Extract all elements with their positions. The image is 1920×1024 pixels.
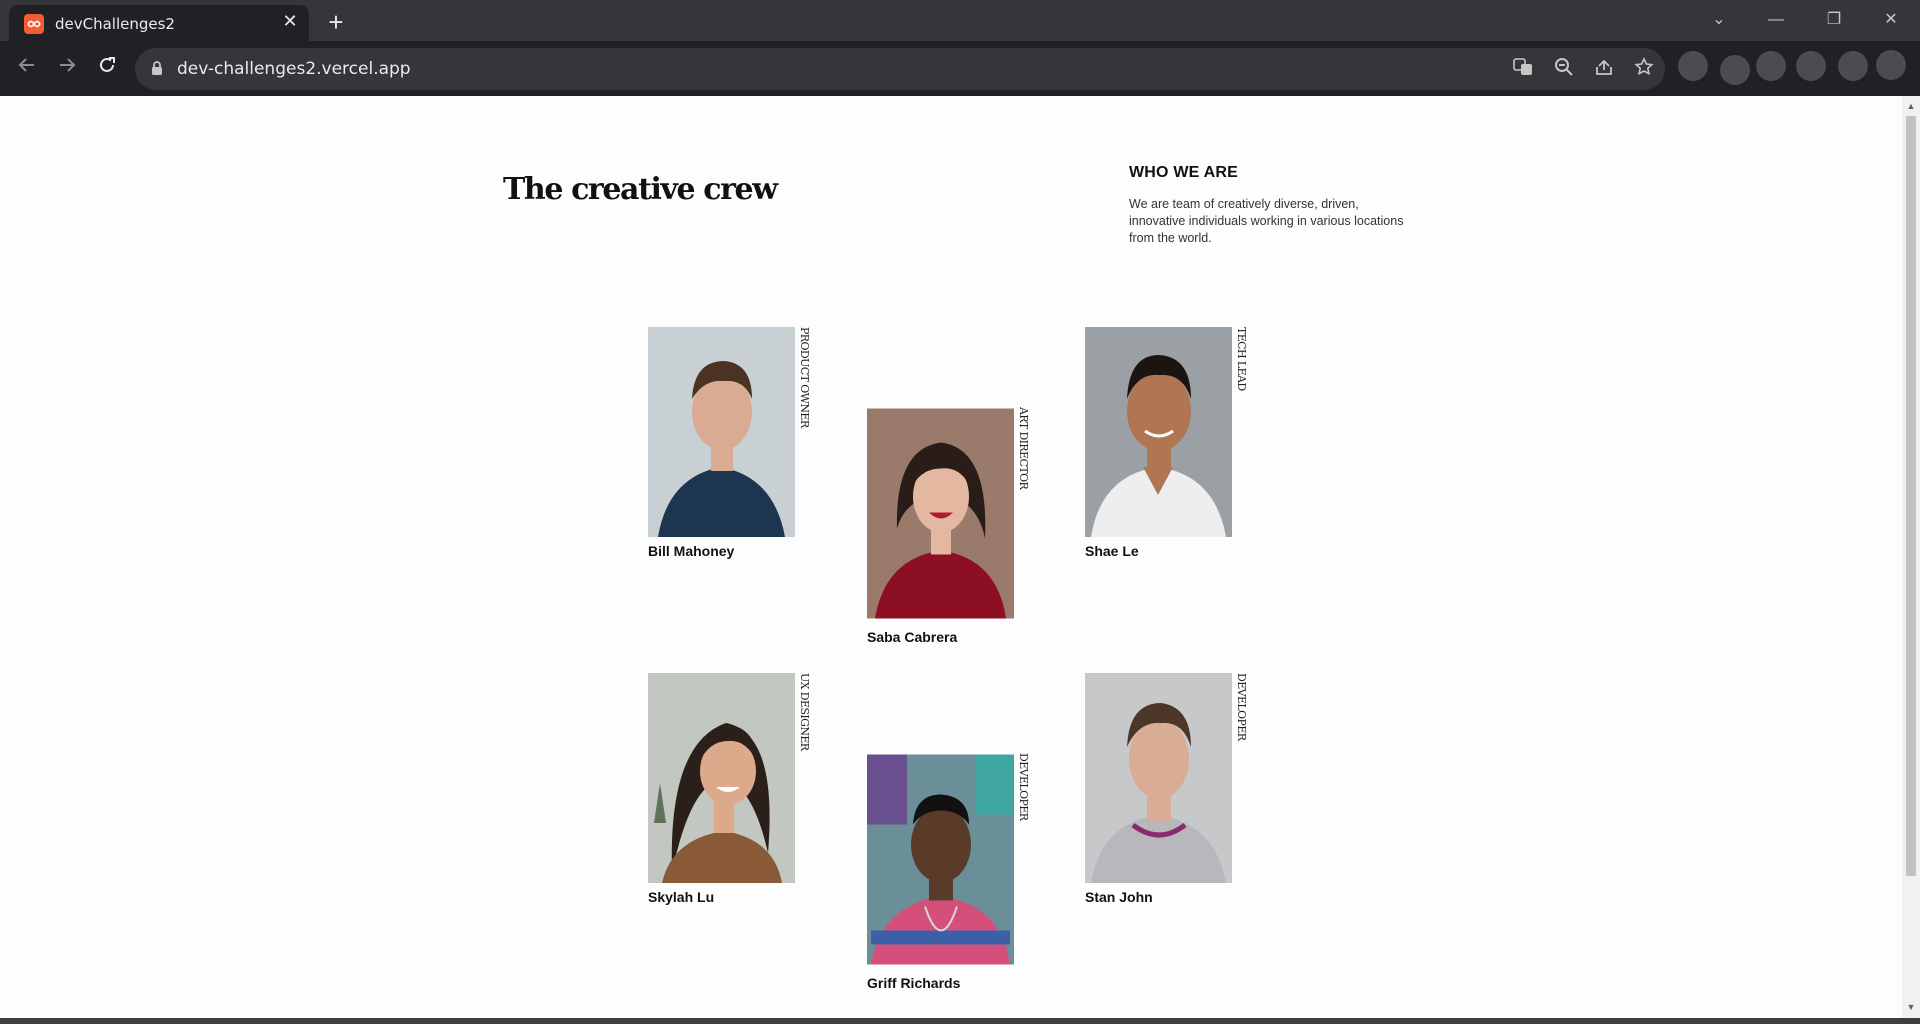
member-name: Skylah Lu — [648, 889, 715, 905]
browser-toolbar: dev-challenges2.vercel.app — [0, 41, 1920, 96]
member-name: Griff Richards — [867, 975, 961, 991]
restore-icon[interactable]: ❐ — [1814, 4, 1854, 36]
window-bottom-edge — [0, 1018, 1920, 1024]
new-tab-icon[interactable]: + — [322, 9, 350, 37]
extension-icon[interactable] — [1720, 55, 1750, 85]
member-name: Shae Le — [1085, 543, 1139, 559]
translate-icon[interactable] — [1511, 57, 1535, 81]
member-photo — [648, 327, 795, 537]
site-favicon-icon — [24, 14, 44, 34]
forward-arrow-icon[interactable] — [52, 53, 82, 83]
lock-icon[interactable] — [151, 61, 163, 75]
member-name: Bill Mahoney — [648, 543, 735, 559]
member-role: DEVELOPER — [1017, 753, 1030, 821]
profile-avatar[interactable] — [1876, 50, 1906, 80]
page-viewport: The creative crew WHO WE ARE We are team… — [0, 96, 1902, 1018]
member-photo — [867, 754, 1014, 965]
browser-window: devChallenges2 ✕ + ⌄ — ❐ ✕ dev-challenge… — [0, 0, 1920, 1024]
tab-strip: devChallenges2 ✕ + ⌄ — ❐ ✕ — [0, 0, 1920, 41]
tab-search-icon[interactable]: ⌄ — [1699, 4, 1739, 36]
tab-close-icon[interactable]: ✕ — [279, 10, 301, 32]
member-role: UX DESIGNER — [798, 673, 811, 751]
address-bar[interactable]: dev-challenges2.vercel.app — [135, 48, 1665, 90]
minimize-icon[interactable]: — — [1756, 4, 1796, 36]
back-arrow-icon[interactable] — [12, 53, 42, 83]
member-role: ART DIRECTOR — [1017, 407, 1030, 490]
member-photo — [1085, 327, 1232, 537]
scroll-up-icon[interactable]: ▲ — [1906, 101, 1916, 111]
member-photo — [1085, 673, 1232, 883]
tab-title: devChallenges2 — [55, 15, 175, 33]
member-photo — [648, 673, 795, 883]
share-icon[interactable] — [1592, 57, 1616, 81]
member-role: TECH LEAD — [1235, 327, 1248, 391]
extension-icon[interactable] — [1796, 51, 1826, 81]
browser-tab[interactable]: devChallenges2 ✕ — [9, 5, 309, 41]
extension-icon[interactable] — [1756, 51, 1786, 81]
page-title: The creative crew — [503, 172, 778, 207]
bookmark-star-icon[interactable] — [1632, 57, 1656, 81]
member-role: DEVELOPER — [1235, 673, 1248, 741]
scroll-down-icon[interactable]: ▼ — [1906, 1002, 1916, 1012]
extension-icon[interactable] — [1838, 51, 1868, 81]
extension-icon[interactable] — [1678, 51, 1708, 81]
reload-icon[interactable] — [92, 53, 122, 83]
url-text[interactable]: dev-challenges2.vercel.app — [177, 59, 411, 79]
about-title: WHO WE ARE — [1129, 164, 1238, 181]
about-description: We are team of creatively diverse, drive… — [1129, 197, 1404, 245]
member-name: Stan John — [1085, 889, 1153, 905]
member-photo — [867, 408, 1014, 619]
member-role: PRODUCT OWNER — [798, 327, 811, 428]
scrollbar-thumb[interactable] — [1906, 116, 1916, 876]
zoom-icon[interactable] — [1552, 57, 1576, 81]
close-window-icon[interactable]: ✕ — [1871, 4, 1911, 36]
member-name: Saba Cabrera — [867, 629, 958, 645]
page-scrollbar[interactable]: ▲ ▼ — [1902, 96, 1920, 1018]
